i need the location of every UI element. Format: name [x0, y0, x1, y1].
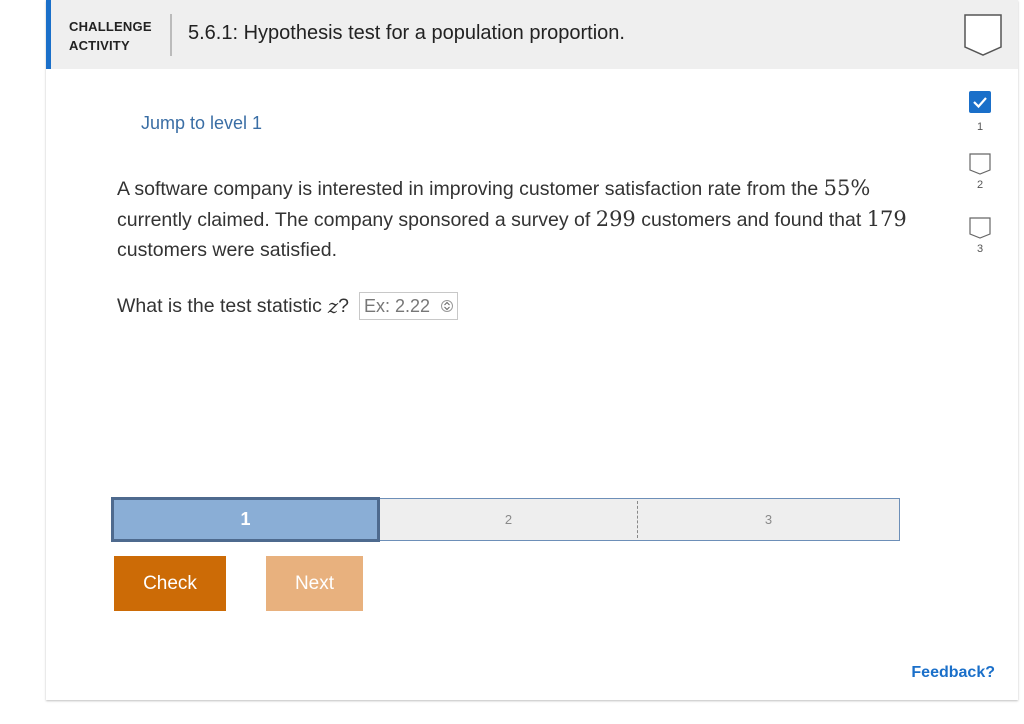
header-divider	[170, 14, 172, 56]
activity-type-label: CHALLENGE ACTIVITY	[69, 17, 161, 55]
next-button[interactable]: Next	[266, 556, 363, 611]
level-number: 1	[976, 121, 984, 133]
progress-segment-1[interactable]: 1	[111, 497, 380, 542]
problem-text-part2: currently claimed. The company sponsored…	[117, 209, 596, 231]
level-3-indicator[interactable]: 3	[960, 217, 1000, 255]
problem-statement: A software company is interested in impr…	[117, 173, 907, 265]
question-variable: z	[327, 294, 339, 318]
level-1-indicator[interactable]: 1	[960, 91, 1000, 133]
question-prefix: What is the test statistic	[117, 294, 322, 317]
level-2-indicator[interactable]: 2	[960, 153, 1000, 191]
checkmark-icon	[969, 91, 991, 113]
claimed-rate: 55%	[823, 176, 871, 200]
stepper-arrows-icon[interactable]	[440, 298, 453, 314]
completion-badge-icon	[964, 14, 1002, 56]
activity-label-line1: CHALLENGE	[69, 19, 152, 34]
activity-header: CHALLENGE ACTIVITY 5.6.1: Hypothesis tes…	[46, 0, 1018, 69]
problem-text-part4: customers were satisfied.	[117, 239, 337, 261]
feedback-link[interactable]: Feedback?	[911, 664, 995, 682]
survey-size: 299	[595, 207, 636, 231]
answer-input-wrapper	[358, 292, 458, 320]
check-button[interactable]: Check	[114, 556, 226, 611]
question-row: What is the test statistic z?	[117, 292, 458, 320]
jump-to-level-link[interactable]: Jump to level 1	[141, 113, 262, 134]
problem-text-part3: customers and found that	[635, 209, 867, 231]
question-suffix: ?	[338, 294, 349, 317]
level-progress-bar: 1 2 3	[111, 497, 900, 542]
level-box-icon	[969, 217, 991, 239]
level-number: 2	[976, 179, 984, 191]
level-number: 3	[976, 243, 984, 255]
activity-title: 5.6.1: Hypothesis test for a population …	[188, 22, 625, 44]
challenge-activity-card: CHALLENGE ACTIVITY 5.6.1: Hypothesis tes…	[46, 0, 1018, 700]
problem-text-part1: A software company is interested in impr…	[117, 178, 824, 200]
activity-label-line2: ACTIVITY	[69, 38, 130, 53]
satisfied-count: 179	[866, 207, 907, 231]
level-box-icon	[969, 153, 991, 175]
progress-segment-2[interactable]: 2	[380, 499, 637, 540]
progress-segment-3[interactable]: 3	[638, 499, 899, 540]
header-accent-bar	[46, 0, 51, 69]
